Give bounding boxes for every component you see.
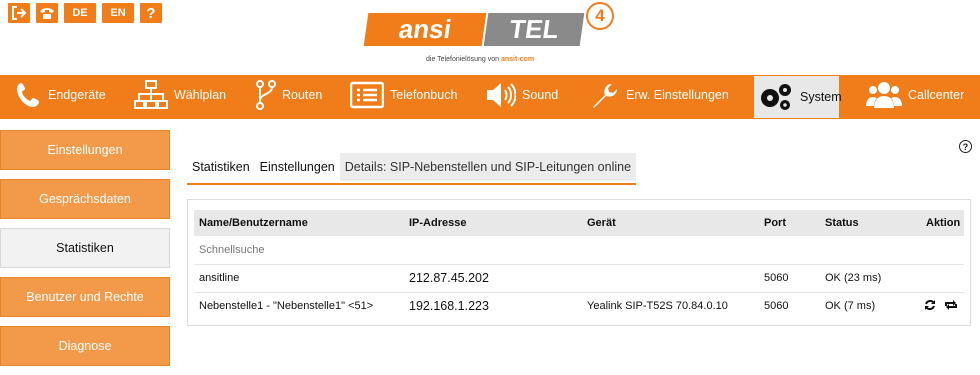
tab-bar: Statistiken Einstellungen Details: SIP-N… <box>187 153 637 185</box>
gears-icon <box>761 84 791 110</box>
wrench-icon <box>593 84 617 108</box>
nav-callcenter[interactable]: Callcenter <box>866 75 964 115</box>
col-status[interactable]: Status <box>825 217 859 229</box>
sitemap-icon <box>134 80 168 109</box>
main-nav: Endgeräte Wählplan Routen Telefonbuch So… <box>0 75 980 119</box>
nav-waehlplan[interactable]: Wählplan <box>134 75 226 115</box>
table-header: Name/Benutzername IP-Adresse Gerät Port … <box>194 210 964 236</box>
phone-icon[interactable] <box>36 3 58 23</box>
topbar-icons: DE EN ? <box>8 3 162 23</box>
col-device[interactable]: Gerät <box>587 217 616 229</box>
sidebar-item-einstellungen[interactable]: Einstellungen <box>0 130 170 170</box>
cell-port: 5060 <box>764 272 789 284</box>
ansitel-logo: ansi TEL 4 die Telefonielösung von ansit… <box>363 2 616 70</box>
sidebar-item-statistiken[interactable]: Statistiken <box>0 228 170 268</box>
nav-label: Callcenter <box>908 88 965 102</box>
nav-erw-einstellungen[interactable]: Erw. Einstellungen <box>590 75 729 115</box>
users-icon <box>866 82 902 108</box>
logo-tagline-prefix: die Telefonielösung von <box>426 56 500 63</box>
lang-de-button[interactable]: DE <box>64 3 96 23</box>
nav-label: Endgeräte <box>48 88 106 102</box>
nav-label: Wählplan <box>174 88 227 102</box>
cell-status: OK (7 ms) <box>825 300 876 312</box>
logo-version: 4 <box>586 2 614 30</box>
nav-label: Erw. Einstellungen <box>626 88 729 102</box>
nav-system[interactable]: System <box>754 76 842 118</box>
table-row: ansitline 212.87.45.202 5060 OK (23 ms) <box>194 264 964 293</box>
col-name[interactable]: Name/Benutzername <box>199 217 308 229</box>
logo-tagline-brand: ansit-com <box>501 56 535 63</box>
refresh-icon[interactable] <box>924 299 936 311</box>
tab-statistiken[interactable]: Statistiken <box>187 153 255 181</box>
nav-routen[interactable]: Routen <box>256 75 322 115</box>
logout-icon[interactable] <box>8 3 30 23</box>
col-port[interactable]: Port <box>764 217 786 229</box>
nav-label: Telefonbuch <box>390 88 458 102</box>
route-icon <box>256 80 276 110</box>
nav-telefonbuch[interactable]: Telefonbuch <box>350 75 457 115</box>
cell-name: ansitline <box>199 272 240 284</box>
nav-label: System <box>800 90 842 104</box>
cell-ip: 212.87.45.202 <box>409 271 489 285</box>
tab-einstellungen[interactable]: Einstellungen <box>255 153 340 181</box>
cell-name: Nebenstelle1 - "Nebenstelle1" <51> <box>199 300 374 312</box>
col-action: Aktion <box>926 217 961 229</box>
nav-sound[interactable]: Sound <box>486 75 558 115</box>
tab-details[interactable]: Details: SIP-Nebenstellen und SIP-Leitun… <box>339 153 637 181</box>
nav-label: Sound <box>522 88 559 102</box>
row-actions <box>924 299 958 311</box>
sidebar-item-benutzer-und-rechte[interactable]: Benutzer und Rechte <box>0 277 170 317</box>
lang-en-button[interactable]: EN <box>102 3 134 23</box>
speaker-icon <box>487 83 516 107</box>
logo-tel: TEL <box>483 13 585 46</box>
help-icon[interactable]: ? <box>959 140 972 153</box>
cell-port: 5060 <box>764 300 789 312</box>
quick-search-row: Schnellsuche <box>194 236 964 265</box>
phonebook-icon <box>350 81 384 109</box>
table-row: Nebenstelle1 - "Nebenstelle1" <51> 192.1… <box>194 292 964 320</box>
sidebar-item-diagnose[interactable]: Diagnose <box>0 326 170 366</box>
nav-label: Routen <box>282 88 323 102</box>
col-ip[interactable]: IP-Adresse <box>409 217 466 229</box>
sidebar-item-gespraechsdaten[interactable]: Gesprächsdaten <box>0 179 170 219</box>
cell-status: OK (23 ms) <box>825 272 882 284</box>
help-button[interactable]: ? <box>140 3 162 23</box>
quick-search-input[interactable]: Schnellsuche <box>199 244 264 256</box>
logo-tagline: die Telefonielösung von ansit-com <box>426 56 534 63</box>
phone-icon <box>17 83 39 107</box>
logo-ansi: ansi <box>363 13 487 46</box>
sip-status-table: Name/Benutzername IP-Adresse Gerät Port … <box>187 199 971 326</box>
cell-ip: 192.168.1.223 <box>409 299 489 313</box>
nav-endgeraete[interactable]: Endgeräte <box>16 75 106 115</box>
reregister-icon[interactable] <box>944 299 958 311</box>
cell-device: Yealink SIP-T52S 70.84.0.10 <box>587 300 728 312</box>
